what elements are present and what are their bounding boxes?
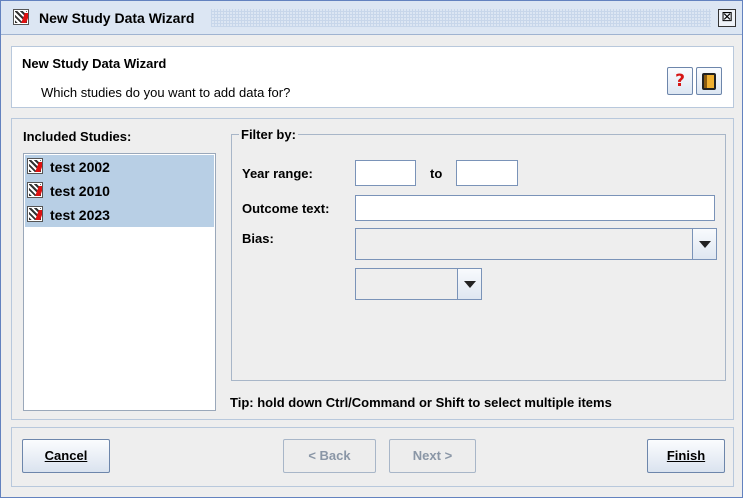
close-button[interactable]: ⊠ [718,9,736,27]
title-bar-grip [211,9,711,27]
back-button[interactable]: < Back [283,439,376,473]
filter-legend: Filter by: [239,127,298,142]
study-icon [27,182,43,198]
bias-sub-dropdown[interactable] [355,268,482,300]
year-range-label: Year range: [242,166,313,181]
study-icon [27,206,43,222]
finish-button[interactable]: Finish [647,439,725,473]
study-label: test 2023 [50,207,110,223]
bias-sub-dropdown-arrow[interactable] [457,269,481,299]
help-icon: ? [675,71,685,91]
study-label: test 2002 [50,159,110,175]
window-title: New Study Data Wizard [39,10,195,26]
bias-label: Bias: [242,231,274,246]
list-item[interactable]: test 2010 [25,179,214,203]
help-button[interactable]: ? [667,67,693,95]
title-bar[interactable]: New Study Data Wizard ⊠ [1,1,742,35]
year-from-input[interactable] [355,160,416,186]
chevron-down-icon [464,281,476,288]
button-bar: Cancel < Back Next > Finish [11,427,734,487]
next-button[interactable]: Next > [389,439,476,473]
list-item[interactable]: test 2002 [25,155,214,179]
finish-button-label: Finish [666,448,706,463]
bias-dropdown[interactable] [355,228,717,260]
year-to-input[interactable] [456,160,518,186]
back-button-label: < Back [308,448,351,463]
chevron-down-icon [699,241,711,248]
selection-tip: Tip: hold down Ctrl/Command or Shift to … [230,395,612,410]
header-subtitle: Which studies do you want to add data fo… [41,85,291,100]
book-button[interactable] [696,67,722,95]
cancel-button[interactable]: Cancel [22,439,110,473]
header-title: New Study Data Wizard [22,56,167,71]
wizard-window: New Study Data Wizard ⊠ New Study Data W… [0,0,743,498]
outcome-text-label: Outcome text: [242,201,330,216]
book-icon [702,73,716,90]
to-label: to [430,166,443,181]
main-panel: Included Studies: test 2002 test 2010 te… [11,118,734,420]
cancel-button-label: Cancel [44,448,88,463]
study-icon [27,158,43,174]
wizard-header: New Study Data Wizard Which studies do y… [11,46,734,108]
study-label: test 2010 [50,183,110,199]
included-studies-label: Included Studies: [23,129,132,144]
close-icon: ⊠ [721,9,733,25]
list-item[interactable]: test 2023 [25,203,214,227]
next-button-label: Next > [412,448,453,463]
app-icon [13,9,29,25]
included-studies-list[interactable]: test 2002 test 2010 test 2023 [23,153,216,411]
bias-dropdown-arrow[interactable] [692,229,716,259]
outcome-text-input[interactable] [355,195,715,221]
